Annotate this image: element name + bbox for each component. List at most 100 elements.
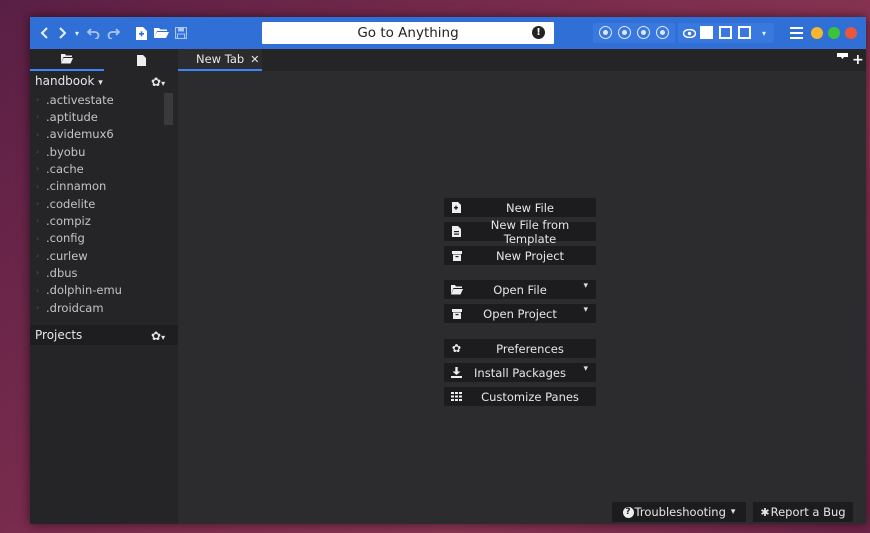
file-tree-item-label: .compiz — [46, 213, 91, 228]
bug-icon: ✱ — [760, 505, 770, 519]
record-icon[interactable] — [599, 26, 612, 39]
file-tree-item-label: .aptitude — [46, 109, 98, 124]
troubleshooting-label: Troubleshooting — [634, 505, 726, 519]
file-tree-item[interactable]: › .avidemux6 — [30, 126, 178, 143]
projects-gear-icon[interactable]: ✿▾ — [151, 329, 165, 343]
file-tree-item[interactable]: › .compiz — [30, 212, 178, 229]
file-tree-item[interactable]: › .dolphin-emu — [30, 282, 178, 299]
expand-arrow-icon[interactable]: › — [36, 251, 39, 260]
expand-arrow-icon[interactable]: › — [36, 199, 39, 208]
expand-arrow-icon[interactable]: › — [36, 286, 39, 295]
right-pane-icon[interactable] — [738, 26, 751, 39]
close-icon[interactable] — [845, 27, 857, 39]
history-dropdown-icon[interactable]: ▾ — [71, 17, 83, 49]
file-tree-item-label: .codelite — [46, 196, 96, 211]
play-icon[interactable] — [637, 26, 650, 39]
expand-arrow-icon[interactable]: › — [36, 234, 39, 243]
file-tree-item[interactable]: › .aptitude — [30, 108, 178, 125]
maximize-icon[interactable] — [828, 27, 840, 39]
preview-icon[interactable] — [681, 17, 697, 49]
place-selector[interactable]: handbook ▾ — [35, 74, 103, 88]
folder-icon — [61, 54, 73, 64]
file-tree-scrollbar[interactable] — [164, 93, 173, 125]
new-file-icon[interactable] — [133, 17, 149, 49]
file-tree-item[interactable]: › .cache — [30, 160, 178, 177]
file-tree-item[interactable]: › .codelite — [30, 195, 178, 212]
left-pane-icon[interactable] — [700, 26, 713, 39]
file-tree-item[interactable]: › .cinnamon — [30, 178, 178, 195]
open-project-button[interactable]: Open Project ▾ — [444, 304, 596, 323]
expand-arrow-icon[interactable]: › — [36, 130, 39, 139]
file-tree-item-label: .config — [46, 231, 85, 246]
open-project-label: Open Project — [483, 306, 557, 321]
file-tree-item[interactable]: › .config — [30, 230, 178, 247]
file-tree-item[interactable]: › .curlew — [30, 247, 178, 264]
expand-arrow-icon[interactable]: › — [36, 95, 39, 104]
quickstart-area: New File New File from Template New Proj… — [178, 71, 866, 524]
open-file-button[interactable]: Open File ▾ — [444, 280, 596, 299]
template-icon — [450, 225, 463, 238]
forward-icon[interactable] — [54, 17, 70, 49]
pane-dropdown-icon[interactable]: ▾ — [758, 17, 770, 49]
expand-arrow-icon[interactable]: › — [36, 147, 39, 156]
new-project-button[interactable]: New Project — [444, 246, 596, 265]
undo-icon[interactable] — [85, 17, 101, 49]
expand-arrow-icon[interactable]: › — [36, 268, 39, 277]
projects-header: Projects ✿▾ — [30, 325, 178, 345]
projects-file-tab[interactable] — [104, 49, 178, 71]
troubleshooting-button[interactable]: ? Troubleshooting ▾ — [612, 502, 746, 522]
place-title: handbook — [35, 74, 95, 88]
expand-arrow-icon[interactable]: › — [36, 303, 39, 312]
file-tree-item[interactable]: › .droidcam — [30, 299, 178, 316]
file-tree-item[interactable]: › .dbus — [30, 264, 178, 281]
places-gear-icon[interactable]: ✿▾ — [151, 75, 165, 89]
tab-label: New Tab — [196, 52, 245, 66]
bottom-pane-icon[interactable] — [719, 26, 732, 39]
macro-icon[interactable] — [656, 26, 669, 39]
new-file-from-template-button[interactable]: New File from Template — [444, 218, 596, 246]
expand-arrow-icon[interactable]: › — [36, 216, 39, 225]
tab-new-tab[interactable]: New Tab ✕ — [178, 49, 262, 71]
file-tree-item[interactable]: › .byobu — [30, 143, 178, 160]
go-to-anything-placeholder: Go to Anything — [357, 25, 459, 41]
redo-icon[interactable] — [105, 17, 121, 49]
sidebar-tabs — [30, 49, 178, 71]
editor-tab-bar: New Tab ✕ + — [178, 49, 866, 71]
save-icon[interactable] — [173, 17, 189, 49]
new-file-from-template-label: New File from Template — [490, 217, 570, 246]
open-folder-icon — [450, 283, 463, 296]
go-to-anything-input[interactable]: Go to Anything ! — [262, 22, 554, 44]
preferences-label: Preferences — [496, 341, 564, 356]
install-packages-dropdown-icon[interactable]: ▾ — [583, 364, 588, 374]
open-file-dropdown-icon[interactable]: ▾ — [583, 281, 588, 291]
menu-icon[interactable] — [790, 27, 803, 39]
notification-icon[interactable]: ! — [532, 26, 545, 39]
open-folder-icon[interactable] — [152, 17, 170, 49]
minimize-icon[interactable] — [811, 27, 823, 39]
report-bug-button[interactable]: ✱ Report a Bug — [753, 502, 853, 522]
tab-list-icon[interactable] — [837, 53, 848, 66]
customize-panes-label: Customize Panes — [481, 389, 579, 404]
expand-arrow-icon[interactable]: › — [36, 112, 39, 121]
open-project-dropdown-icon[interactable]: ▾ — [583, 305, 588, 315]
help-icon: ? — [622, 506, 634, 518]
komodo-window: ▾ Go to Anything ! ▾ handbook ▾ ✿▾ › .ac… — [30, 17, 866, 524]
install-packages-button[interactable]: Install Packages ▾ — [444, 363, 596, 382]
places-tab[interactable] — [30, 49, 104, 71]
download-icon — [450, 366, 463, 379]
install-packages-label: Install Packages — [474, 365, 566, 380]
places-sidebar: handbook ▾ ✿▾ › .activestate › .aptitude › .a… — [30, 71, 178, 524]
tab-close-icon[interactable]: ✕ — [250, 53, 259, 66]
stop-icon[interactable] — [618, 26, 631, 39]
add-tab-icon[interactable]: + — [852, 52, 864, 68]
places-header: handbook ▾ ✿▾ — [30, 71, 178, 91]
expand-arrow-icon[interactable]: › — [36, 182, 39, 191]
expand-arrow-icon[interactable]: › — [36, 164, 39, 173]
customize-panes-button[interactable]: Customize Panes — [444, 387, 596, 406]
new-file-button[interactable]: New File — [444, 198, 596, 217]
file-tree-item[interactable]: › .activestate — [30, 91, 178, 108]
back-icon[interactable] — [36, 17, 52, 49]
preferences-button[interactable]: ✿ Preferences — [444, 339, 596, 358]
new-file-label: New File — [506, 200, 554, 215]
file-tree-item-label: .droidcam — [46, 300, 104, 315]
